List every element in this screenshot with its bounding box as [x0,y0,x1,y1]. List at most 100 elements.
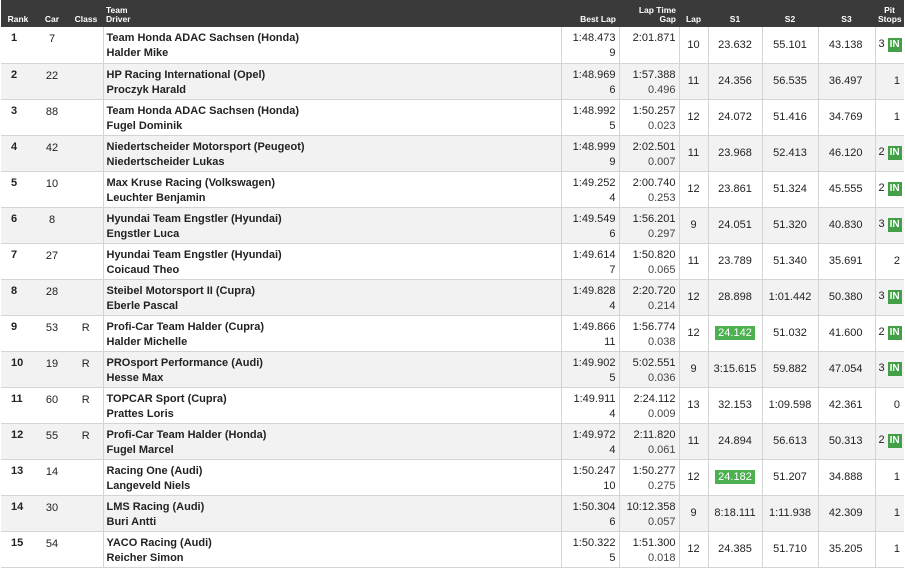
in-pit-badge: IN [887,326,902,340]
car-number-cell: 14 [35,459,69,496]
pit-stops-cell: 2 IN [874,315,904,352]
s3-cell: 42.361 [817,387,875,424]
lap-time: 1:57.388 [632,68,676,81]
lap-time: 2:01.871 [632,32,676,44]
s1-value: 32.153 [718,399,752,411]
header-s2[interactable]: S2 [762,0,818,27]
header-team-driver[interactable]: Team Driver [103,0,561,27]
s1-cell: 32.153 [707,387,762,424]
lap-time: 2:20.720 [632,284,676,297]
best-lap-cell: 1:50.322 5 [560,531,619,568]
best-lap-cell: 1:48.473 9 [560,27,619,64]
team-driver-cell: LMS Racing (Audi) Buri Antti [102,495,561,532]
lap-cell: 12 [678,279,708,316]
table-row[interactable]: 13 14 Racing One (Audi) Langeveld Niels 1:50… [1,459,904,496]
header-rank[interactable]: Rank [1,0,35,27]
best-lap-time: 1:49.828 [572,284,616,297]
header-pit-stops[interactable]: Pit Stops [875,0,904,27]
car-number-cell: 22 [35,63,69,100]
s1-cell: 24.385 [707,531,762,568]
table-row[interactable]: 2 22 HP Racing International (Opel) Proczyk… [1,63,904,100]
driver-name: Fugel Dominik [106,119,183,132]
best-lap-time: 1:48.969 [572,68,616,81]
pit-stops-cell: 1 [874,63,904,100]
best-lap-cell: 1:49.252 4 [560,171,619,208]
table-row[interactable]: 3 88 Team Honda ADAC Sachsen (Honda) Fugel … [1,99,904,136]
car-number-cell: 54 [35,531,69,568]
header-s1[interactable]: S1 [708,0,762,27]
gap-value: 0.496 [647,83,676,96]
header-lap[interactable]: Lap [679,0,708,27]
table-row[interactable]: 11 60 R TOPCAR Sport (Cupra) Prattes Loris 1:… [1,387,904,424]
s1-value: 24.894 [718,435,752,447]
header-best-lap[interactable]: Best Lap [561,0,619,27]
best-lap-cell: 1:49.972 4 [560,423,619,460]
s2-cell: 51.320 [761,207,818,244]
team-name: Max Kruse Racing (Volkswagen) [106,176,276,189]
best-lap-time: 1:49.902 [572,356,616,369]
gap-value: 0.057 [647,515,676,528]
results-body: 1 7 Team Honda ADAC Sachsen (Honda) Halder … [1,27,904,568]
lap-time: 5:02.551 [632,356,676,369]
gap-value: 0.023 [647,119,676,132]
best-lap-cell: 1:49.911 4 [560,387,619,424]
rank-cell: 10 [1,351,35,388]
table-row[interactable]: 14 30 LMS Racing (Audi) Buri Antti 1:50.304 6… [1,495,904,532]
best-lap-number: 6 [609,83,616,96]
class-cell: R [69,315,103,352]
team-name: PROsport Performance (Audi) [106,356,263,369]
team-name: Profi-Car Team Halder (Honda) [106,428,267,441]
s3-cell: 36.497 [817,63,875,100]
lap-time: 1:51.300 [632,536,676,549]
table-row[interactable]: 7 27 Hyundai Team Engstler (Hyundai) Coicau… [1,243,904,280]
lap-time-gap-cell: 2:20.720 0.214 [618,279,679,316]
header-s3[interactable]: S3 [818,0,875,27]
s2-cell: 51.340 [761,243,818,280]
s1-cell: 23.789 [707,243,762,280]
header-stops: Stops [878,14,902,24]
header-car[interactable]: Car [35,0,69,27]
header-lap-time-gap[interactable]: Lap Time Gap [619,0,679,27]
best-lap-number: 10 [603,479,616,492]
pit-count: 1 [893,543,900,555]
best-lap-time: 1:49.911 [573,392,616,405]
s1-cell: 24.051 [707,207,762,244]
s1-value: 23.861 [718,183,752,195]
table-row[interactable]: 5 10 Max Kruse Racing (Volkswagen) Leuchter… [1,171,904,208]
in-pit-badge: IN [887,37,902,52]
best-lap-number: 7 [609,263,616,276]
lap-time-gap-cell: 1:50.257 0.023 [618,99,679,136]
lap-time-gap-cell: 1:50.277 0.275 [618,459,679,496]
best-lap-cell: 1:48.969 6 [560,63,619,100]
table-row[interactable]: 6 8 Hyundai Team Engstler (Hyundai) Engstle… [1,207,904,244]
class-cell [69,27,103,64]
table-row[interactable]: 1 7 Team Honda ADAC Sachsen (Honda) Halder … [1,27,904,64]
team-driver-cell: Profi-Car Team Halder (Honda) Fugel Marce… [102,423,561,460]
lap-time-gap-cell: 1:56.201 0.297 [618,207,679,244]
pit-stops-cell: 3 IN [874,351,904,388]
best-lap-cell: 1:49.549 6 [560,207,619,244]
s1-value: 3:15.615 [713,363,757,375]
header-class[interactable]: Class [69,0,103,27]
table-row[interactable]: 15 54 YACO Racing (Audi) Reicher Simon 1:50.… [1,531,904,568]
best-lap-number: 5 [609,371,616,384]
s1-value: 24.385 [718,543,752,555]
lap-time: 2:02.501 [632,140,676,153]
lap-time-gap-cell: 1:50.820 0.065 [618,243,679,280]
rank-cell: 2 [1,63,35,100]
lap-time-gap-cell: 2:00.740 0.253 [618,171,679,208]
pit-count: 2 [878,434,885,446]
s1-cell: 23.632 [707,27,762,64]
table-row[interactable]: 12 55 R Profi-Car Team Halder (Honda) Fugel … [1,423,904,460]
table-row[interactable]: 9 53 R Profi-Car Team Halder (Cupra) Halder … [1,315,904,352]
gap-value: 0.036 [647,371,676,384]
table-row[interactable]: 4 42 Niedertscheider Motorsport (Peugeot) N… [1,135,904,172]
s2-cell: 1:11.938 [761,495,818,532]
table-row[interactable]: 10 19 R PROsport Performance (Audi) Hesse Ma… [1,351,904,388]
team-driver-cell: Hyundai Team Engstler (Hyundai) Engstler … [102,207,561,244]
lap-cell: 11 [678,423,708,460]
best-lap-number: 9 [609,47,616,59]
gap-value: 0.009 [647,407,676,420]
table-row[interactable]: 8 28 Steibel Motorsport II (Cupra) Eberle P… [1,279,904,316]
gap-value: 0.253 [647,191,676,204]
